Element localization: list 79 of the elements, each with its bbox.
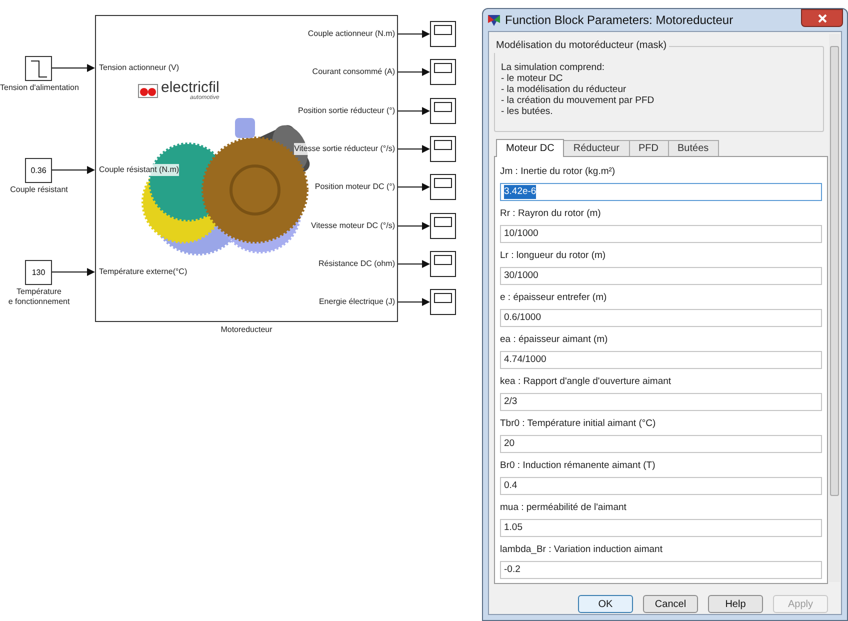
tab[interactable]: PFD xyxy=(628,140,668,156)
dialog-button[interactable]: Help xyxy=(708,595,763,613)
tab[interactable]: Moteur DC xyxy=(496,139,564,157)
logo-text: electricfil xyxy=(161,80,220,95)
block-caption: Température e fonctionnement xyxy=(7,287,71,307)
port-label: Energie électrique (J) xyxy=(318,296,395,308)
signal-arrow xyxy=(398,68,430,76)
block-name: Motoreducteur xyxy=(220,324,274,336)
close-button[interactable] xyxy=(801,9,843,27)
scrollbar[interactable] xyxy=(829,34,840,582)
description-line: - la création du mouvement par PFD xyxy=(501,95,654,106)
parameter-label: Jm : Inertie du rotor (kg.m²) xyxy=(500,165,616,179)
input-field[interactable]: 1.05 xyxy=(500,519,822,537)
port-label: Vitesse sortie réducteur (°/s) xyxy=(294,142,395,155)
signal-arrow xyxy=(398,298,430,306)
signal-arrow xyxy=(398,30,430,38)
step-icon xyxy=(30,60,48,78)
description-line: La simulation comprend: xyxy=(501,62,606,73)
port-label: Couple résistant (N.m) xyxy=(99,164,180,176)
input-field[interactable]: 2/3 xyxy=(500,393,822,411)
scope-block xyxy=(430,21,456,47)
step-block[interactable] xyxy=(25,56,52,81)
input-field[interactable]: 30/1000 xyxy=(500,267,822,285)
scope-block xyxy=(430,59,456,86)
scope-block xyxy=(430,174,456,200)
tab[interactable]: Butées xyxy=(668,140,719,156)
scope-block xyxy=(430,212,456,238)
parameter-label: lambda_Br : Variation induction aimant xyxy=(500,543,664,557)
constant-block[interactable]: 130 xyxy=(25,260,52,285)
port-label: Position moteur DC (°) xyxy=(314,181,395,194)
block-caption: Couple résistant xyxy=(9,185,69,195)
parameter-label: e : épaisseur entrefer (m) xyxy=(500,291,608,305)
signal-arrow xyxy=(398,260,430,268)
port-label: Courant consommé (A) xyxy=(312,66,395,78)
group-title: Modélisation du motoréducteur (mask) xyxy=(494,38,669,53)
dialog-button: Apply xyxy=(773,595,828,613)
parameter-label: ea : épaisseur aimant (m) xyxy=(500,333,609,347)
parameter-label: kea : Rapport d'angle d'ouverture aimant xyxy=(500,375,672,389)
input-field[interactable]: -0.2 xyxy=(500,561,822,579)
signal-arrow xyxy=(52,268,95,276)
block-caption: Tension d'alimentation xyxy=(0,83,78,93)
port-label: Vitesse moteur DC (°/s) xyxy=(311,220,395,232)
input-field[interactable]: 4.74/1000 xyxy=(500,351,822,369)
parameter-label: mua : perméabilité de l'aimant xyxy=(500,501,628,515)
input-field[interactable]: 0.6/1000 xyxy=(500,309,822,327)
signal-arrow xyxy=(398,144,430,153)
signal-arrow xyxy=(52,166,95,174)
tab[interactable]: Réducteur xyxy=(563,140,630,156)
port-label: Température externe(°C) xyxy=(99,266,188,278)
port-label: Couple actionneur (N.m) xyxy=(308,28,395,40)
app-icon xyxy=(487,13,501,27)
scope-block xyxy=(430,250,456,277)
parameter-label: Br0 : Induction rémanente aimant (T) xyxy=(500,459,656,473)
parameter-label: Rr : Rayron du rotor (m) xyxy=(500,207,602,221)
port-label: Résistance DC (ohm) xyxy=(318,258,395,270)
input-field[interactable]: 10/1000 xyxy=(500,225,822,243)
input-field[interactable]: 3.42e-6 xyxy=(500,183,822,201)
port-label: Tension actionneur (V) xyxy=(99,62,180,74)
input-field[interactable]: 20 xyxy=(500,435,822,453)
signal-arrow xyxy=(52,64,95,72)
parameter-label: Tbr0 : Température initial aimant (°C) xyxy=(500,417,657,431)
signal-arrow xyxy=(398,106,430,115)
dialog-button[interactable]: Cancel xyxy=(643,595,698,613)
scope-block xyxy=(430,136,456,162)
dialog-button[interactable]: OK xyxy=(578,595,633,613)
description-line: - le moteur DC xyxy=(501,73,564,84)
description-line: - les butées. xyxy=(501,106,554,117)
logo-icon xyxy=(138,84,158,98)
port-label: Position sortie réducteur (°) xyxy=(298,104,395,117)
scope-block xyxy=(430,289,456,316)
scope-block xyxy=(430,98,456,124)
signal-arrow xyxy=(398,183,430,192)
signal-arrow xyxy=(398,222,430,230)
constant-block[interactable]: 0.36 xyxy=(25,158,52,183)
close-icon xyxy=(818,14,826,22)
window-title: Function Block Parameters: Motoreducteur xyxy=(505,12,734,29)
parameter-label: Lr : longueur du rotor (m) xyxy=(500,249,607,263)
input-field[interactable]: 0.4 xyxy=(500,477,822,495)
description-line: - la modélisation du réducteur xyxy=(501,84,628,95)
